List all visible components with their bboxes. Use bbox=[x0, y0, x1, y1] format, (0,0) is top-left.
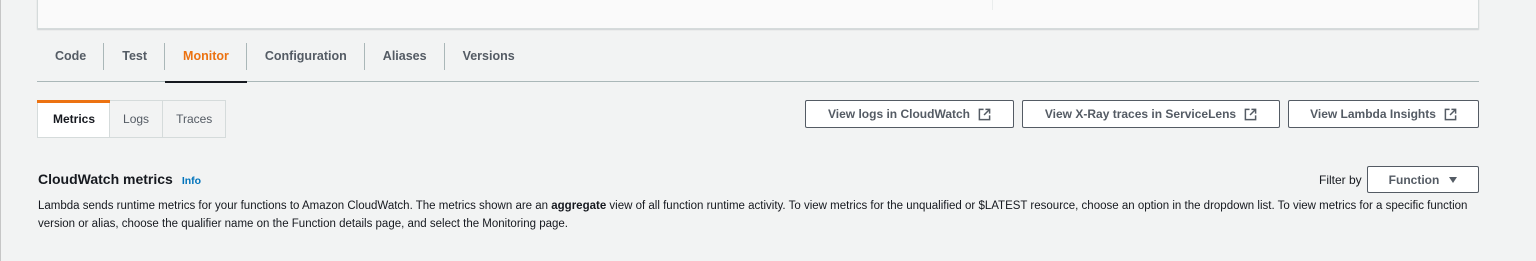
caret-down-icon bbox=[1449, 176, 1458, 183]
tab-monitor-label: Monitor bbox=[183, 49, 229, 63]
filter-dropdown[interactable]: Function bbox=[1367, 166, 1479, 193]
view-lambda-insights-button[interactable]: View Lambda Insights bbox=[1288, 100, 1479, 128]
lambda-monitor-page: Code Test Monitor Configuration Aliases … bbox=[0, 0, 1536, 261]
filter-dropdown-value: Function bbox=[1388, 172, 1440, 187]
external-link-icon bbox=[978, 108, 991, 120]
subtab-traces-label: Traces bbox=[176, 112, 213, 126]
tab-versions-label: Versions bbox=[462, 49, 515, 63]
filter-by-label: Filter by bbox=[1319, 173, 1362, 187]
section-title: CloudWatch metrics bbox=[38, 171, 173, 187]
metrics-description: Lambda sends runtime metrics for your fu… bbox=[38, 197, 1483, 233]
view-logs-label: View logs in CloudWatch bbox=[827, 107, 970, 121]
view-insights-label: View Lambda Insights bbox=[1310, 107, 1436, 121]
cloudwatch-metrics-header: CloudWatch metrics Info bbox=[38, 171, 201, 187]
tab-aliases[interactable]: Aliases bbox=[365, 31, 445, 82]
description-text-1: Lambda sends runtime metrics for your fu… bbox=[38, 200, 552, 212]
panel-divider bbox=[992, 0, 993, 10]
function-tabs: Code Test Monitor Configuration Aliases … bbox=[37, 31, 1479, 83]
monitor-subtabs: Metrics Logs Traces bbox=[36, 100, 227, 138]
tab-code[interactable]: Code bbox=[37, 31, 105, 82]
external-link-icon bbox=[1444, 108, 1457, 120]
tab-test-label: Test bbox=[122, 49, 148, 63]
subtab-metrics-label: Metrics bbox=[53, 112, 96, 126]
tab-configuration[interactable]: Configuration bbox=[247, 31, 365, 82]
view-xray-label: View X-Ray traces in ServiceLens bbox=[1044, 107, 1237, 121]
view-logs-cloudwatch-button[interactable]: View logs in CloudWatch bbox=[805, 100, 1014, 128]
description-bold: aggregate bbox=[551, 200, 607, 212]
subtab-traces[interactable]: Traces bbox=[163, 101, 225, 137]
tab-monitor[interactable]: Monitor bbox=[165, 31, 247, 83]
info-link[interactable]: Info bbox=[182, 175, 201, 187]
tab-versions[interactable]: Versions bbox=[445, 31, 533, 82]
previous-panel bbox=[37, 0, 1479, 29]
view-xray-traces-button[interactable]: View X-Ray traces in ServiceLens bbox=[1022, 100, 1280, 128]
subtab-metrics[interactable]: Metrics bbox=[36, 100, 111, 137]
tab-test[interactable]: Test bbox=[104, 31, 166, 82]
external-link-icon bbox=[1244, 108, 1257, 120]
subtab-logs[interactable]: Logs bbox=[110, 101, 164, 137]
subtab-logs-label: Logs bbox=[123, 112, 150, 126]
tab-code-label: Code bbox=[55, 49, 87, 63]
tab-aliases-label: Aliases bbox=[382, 49, 427, 63]
tab-configuration-label: Configuration bbox=[264, 49, 347, 63]
